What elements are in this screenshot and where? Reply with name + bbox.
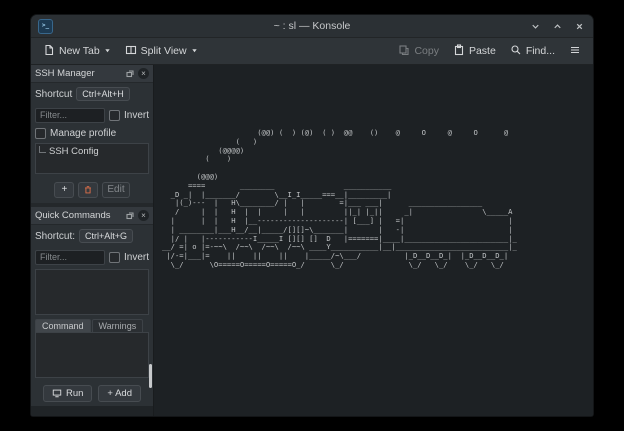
split-view-button[interactable]: Split View (119, 41, 204, 62)
qc-actions-row: Run + Add (31, 380, 153, 406)
ssh-manager-panel: SSH Manager × Shortcut Ctrl+Alt+H Invert (31, 65, 153, 203)
terminal-area[interactable]: (@@) ( ) (@) ( ) @@ () @ O @ O @ ( ) (@@… (154, 65, 593, 416)
close-panel-icon[interactable]: × (138, 210, 149, 221)
paste-button[interactable]: Paste (447, 41, 502, 62)
new-tab-button[interactable]: New Tab (37, 41, 117, 62)
window-controls (528, 19, 586, 33)
qc-shortcut-button[interactable]: Ctrl+Alt+G (79, 229, 133, 243)
tree-item-ssh-config[interactable]: SSH Config (39, 146, 145, 157)
quick-commands-title: Quick Commands (35, 210, 122, 221)
ssh-filter-input[interactable] (35, 108, 105, 123)
split-view-label: Split View (141, 45, 187, 57)
main-content: SSH Manager × Shortcut Ctrl+Alt+H Invert (31, 65, 593, 416)
ssh-invert-checkbox[interactable] (109, 110, 120, 121)
sidebar: SSH Manager × Shortcut Ctrl+Alt+H Invert (31, 65, 154, 416)
close-panel-icon[interactable]: × (138, 68, 149, 79)
close-icon[interactable] (572, 19, 586, 33)
copy-button[interactable]: Copy (392, 41, 445, 62)
ssh-shortcut-label: Shortcut (35, 89, 72, 100)
ssh-actions-row: + Edit (31, 176, 153, 203)
tree-item-label: SSH Config (49, 146, 99, 157)
sidebar-scrollbar[interactable] (149, 364, 152, 388)
new-tab-dropdown-icon (104, 45, 111, 57)
ssh-shortcut-button[interactable]: Ctrl+Alt+H (76, 87, 130, 101)
quick-commands-header: Quick Commands × (31, 207, 153, 225)
run-button[interactable]: Run (43, 385, 92, 402)
float-panel-icon[interactable] (125, 69, 135, 79)
toolbar: New Tab Split View Copy Paste (31, 38, 593, 65)
paste-label: Paste (469, 45, 496, 57)
split-view-icon (125, 44, 137, 59)
minimize-icon[interactable] (528, 19, 542, 33)
ssh-invert-label: Invert (124, 110, 149, 121)
titlebar: >_ ~ : sl — Konsole (31, 15, 593, 38)
find-button[interactable]: Find... (504, 41, 561, 62)
hamburger-menu-icon (569, 44, 581, 59)
qc-tabs: Command Warnings (31, 317, 153, 332)
qc-filter-input[interactable] (35, 250, 105, 265)
manage-profile-row: Manage profile (31, 125, 153, 141)
window-title: ~ : sl — Konsole (31, 20, 593, 32)
copy-icon (398, 44, 410, 59)
manage-profile-label: Manage profile (50, 128, 116, 139)
new-tab-icon (43, 44, 55, 59)
hamburger-menu-button[interactable] (563, 41, 587, 62)
run-label: Run (66, 388, 83, 399)
delete-ssh-button[interactable] (78, 182, 98, 198)
qc-command-editor[interactable] (35, 332, 149, 378)
float-panel-icon[interactable] (125, 211, 135, 221)
ssh-shortcut-row: Shortcut Ctrl+Alt+H (31, 83, 153, 105)
copy-label: Copy (414, 45, 439, 57)
find-label: Find... (526, 45, 555, 57)
edit-ssh-button[interactable]: Edit (102, 182, 129, 198)
qc-invert-checkbox[interactable] (109, 252, 120, 263)
tab-command[interactable]: Command (35, 319, 91, 332)
add-command-button[interactable]: + Add (98, 385, 141, 402)
paste-icon (453, 44, 465, 59)
sidebar-filler (31, 406, 153, 416)
ssh-config-tree: SSH Config (35, 143, 149, 174)
terminal-output-sl-train: (@@) ( ) (@) ( ) @@ () @ O @ O @ ( ) (@@… (154, 65, 593, 270)
qc-filter-row: Invert (31, 247, 153, 267)
konsole-window: >_ ~ : sl — Konsole New Tab (30, 14, 594, 417)
qc-shortcut-row: Shortcut: Ctrl+Alt+G (31, 225, 153, 247)
tab-warnings[interactable]: Warnings (92, 319, 144, 332)
run-icon (52, 388, 62, 398)
search-icon (510, 44, 522, 59)
qc-command-list[interactable] (35, 269, 149, 315)
new-tab-label: New Tab (59, 45, 100, 57)
qc-shortcut-label: Shortcut: (35, 231, 75, 242)
split-view-dropdown-icon (191, 45, 198, 57)
konsole-app-icon: >_ (38, 19, 53, 34)
manage-profile-checkbox[interactable] (35, 128, 46, 139)
tree-branch-icon (39, 146, 46, 153)
ssh-filter-row: Invert (31, 105, 153, 125)
qc-invert-label: Invert (124, 252, 149, 263)
ssh-manager-header: SSH Manager × (31, 65, 153, 83)
maximize-icon[interactable] (550, 19, 564, 33)
quick-commands-panel: Quick Commands × Shortcut: Ctrl+Alt+G In… (31, 207, 153, 406)
add-ssh-button[interactable]: + (54, 182, 74, 198)
ssh-manager-title: SSH Manager (35, 68, 122, 79)
